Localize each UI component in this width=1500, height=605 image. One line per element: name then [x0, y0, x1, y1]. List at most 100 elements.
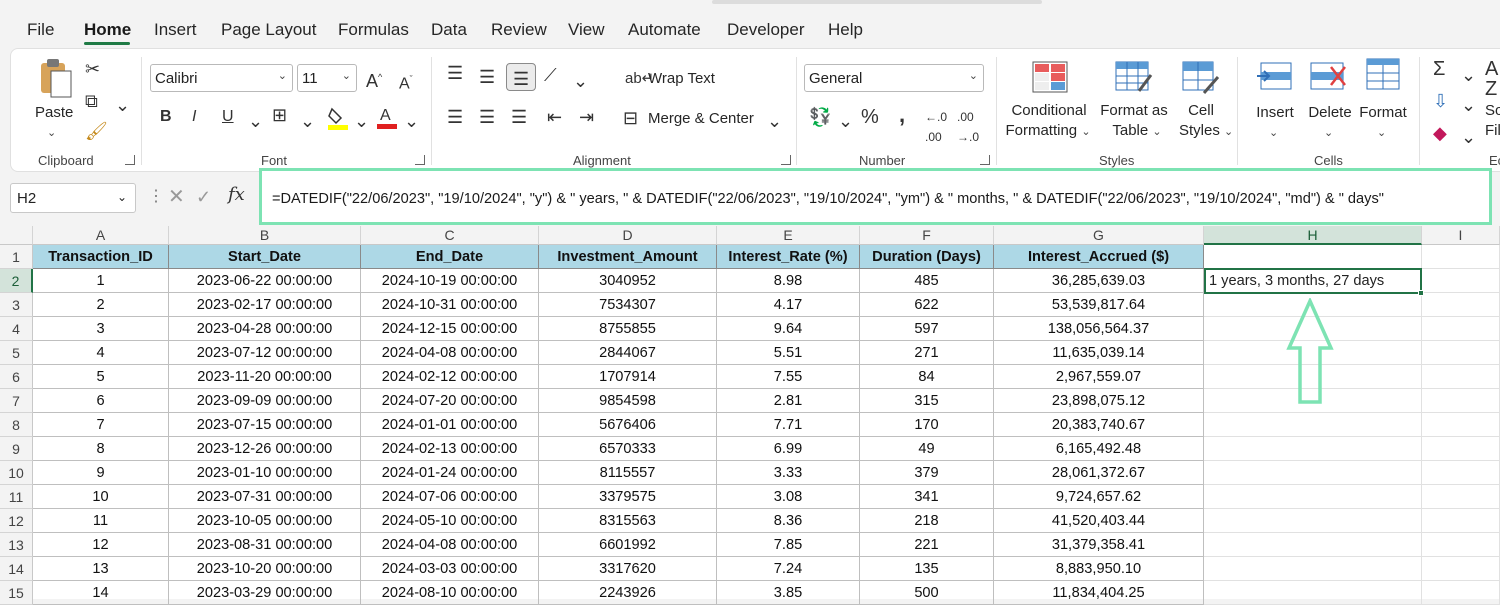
table-header-cell[interactable]: End_Date: [361, 245, 539, 269]
table-cell[interactable]: 2023-02-17 00:00:00: [169, 293, 361, 317]
table-cell[interactable]: 8,883,950.10: [994, 557, 1204, 581]
italic-icon[interactable]: I: [192, 107, 196, 127]
empty-cell[interactable]: [1204, 485, 1422, 509]
fill-down-icon[interactable]: ⇩: [1433, 91, 1448, 111]
row-header[interactable]: 7: [0, 389, 33, 413]
table-cell[interactable]: 3.85: [717, 581, 860, 605]
format-cells-button[interactable]: Format: [1357, 103, 1409, 123]
menu-file[interactable]: File: [27, 20, 54, 40]
select-all-corner[interactable]: [0, 226, 33, 245]
table-cell[interactable]: 2243926: [539, 581, 717, 605]
table-cell[interactable]: 2023-07-31 00:00:00: [169, 485, 361, 509]
conditional-formatting-line1[interactable]: Conditional: [1009, 101, 1089, 121]
empty-cell[interactable]: [1422, 509, 1500, 533]
table-cell[interactable]: 11: [33, 509, 169, 533]
table-cell[interactable]: 2023-04-28 00:00:00: [169, 317, 361, 341]
fill-color-icon[interactable]: [327, 105, 349, 131]
table-cell[interactable]: 2023-10-20 00:00:00: [169, 557, 361, 581]
underline-icon[interactable]: U: [222, 107, 234, 127]
sort-filter-line1[interactable]: So: [1485, 101, 1500, 121]
table-cell[interactable]: 9: [33, 461, 169, 485]
copy-icon[interactable]: ⧉: [85, 91, 98, 111]
table-cell[interactable]: 7.85: [717, 533, 860, 557]
menu-automate[interactable]: Automate: [628, 20, 701, 40]
enter-check-icon[interactable]: ✓: [196, 187, 211, 207]
table-cell[interactable]: 8.98: [717, 269, 860, 293]
table-cell[interactable]: 138,056,564.37: [994, 317, 1204, 341]
align-left-icon[interactable]: ☰: [447, 107, 463, 127]
row-header[interactable]: 4: [0, 317, 33, 341]
fill-color-dropdown-icon[interactable]: ⌄: [354, 111, 369, 131]
empty-cell[interactable]: [1204, 245, 1422, 269]
table-cell[interactable]: 6: [33, 389, 169, 413]
conditional-formatting-icon[interactable]: [1032, 61, 1068, 93]
table-cell[interactable]: 2023-07-12 00:00:00: [169, 341, 361, 365]
table-cell[interactable]: 2023-01-10 00:00:00: [169, 461, 361, 485]
table-cell[interactable]: 2024-07-06 00:00:00: [361, 485, 539, 509]
menu-formulas[interactable]: Formulas: [338, 20, 409, 40]
table-cell[interactable]: 8115557: [539, 461, 717, 485]
table-cell[interactable]: 6570333: [539, 437, 717, 461]
table-cell[interactable]: 6.99: [717, 437, 860, 461]
table-cell[interactable]: 7.55: [717, 365, 860, 389]
table-cell[interactable]: 5: [33, 365, 169, 389]
table-cell[interactable]: 36,285,639.03: [994, 269, 1204, 293]
table-cell[interactable]: 379: [860, 461, 994, 485]
table-cell[interactable]: 3: [33, 317, 169, 341]
empty-cell[interactable]: [1204, 413, 1422, 437]
table-cell[interactable]: 8315563: [539, 509, 717, 533]
empty-cell[interactable]: [1422, 365, 1500, 389]
table-cell[interactable]: 7.71: [717, 413, 860, 437]
format-as-table-line1[interactable]: Format as: [1099, 101, 1169, 121]
comma-style-icon[interactable]: ,: [899, 104, 905, 126]
table-cell[interactable]: 53,539,817.64: [994, 293, 1204, 317]
align-right-icon[interactable]: ☰: [511, 107, 527, 127]
table-cell[interactable]: 8.36: [717, 509, 860, 533]
table-cell[interactable]: 11,834,404.25: [994, 581, 1204, 605]
table-cell[interactable]: 3.33: [717, 461, 860, 485]
row-header[interactable]: 1: [0, 245, 33, 269]
table-cell[interactable]: 315: [860, 389, 994, 413]
column-header-e[interactable]: E: [717, 226, 860, 245]
table-cell[interactable]: 1: [33, 269, 169, 293]
table-cell[interactable]: 2024-03-03 00:00:00: [361, 557, 539, 581]
table-cell[interactable]: 2023-09-09 00:00:00: [169, 389, 361, 413]
table-cell[interactable]: 2024-04-08 00:00:00: [361, 341, 539, 365]
insert-function-icon[interactable]: fx: [228, 185, 245, 205]
paste-button[interactable]: Paste: [35, 103, 73, 123]
empty-cell[interactable]: [1422, 245, 1500, 269]
empty-cell[interactable]: [1422, 269, 1500, 293]
table-cell[interactable]: 218: [860, 509, 994, 533]
empty-cell[interactable]: [1422, 293, 1500, 317]
row-header[interactable]: 8: [0, 413, 33, 437]
table-cell[interactable]: 49: [860, 437, 994, 461]
menu-page-layout[interactable]: Page Layout: [221, 20, 316, 40]
table-cell[interactable]: 271: [860, 341, 994, 365]
table-cell[interactable]: 2844067: [539, 341, 717, 365]
table-header-cell[interactable]: Interest_Accrued ($): [994, 245, 1204, 269]
align-bottom-button[interactable]: ☰: [506, 63, 536, 91]
table-cell[interactable]: 28,061,372.67: [994, 461, 1204, 485]
autosum-dropdown-icon[interactable]: ⌄: [1461, 65, 1476, 85]
table-cell[interactable]: 2023-12-26 00:00:00: [169, 437, 361, 461]
table-cell[interactable]: 2,967,559.07: [994, 365, 1204, 389]
borders-dropdown-icon[interactable]: ⌄: [300, 111, 315, 131]
column-header-a[interactable]: A: [33, 226, 169, 245]
table-header-cell[interactable]: Investment_Amount: [539, 245, 717, 269]
row-header[interactable]: 11: [0, 485, 33, 509]
name-box[interactable]: H2 ⌄: [10, 183, 136, 213]
accounting-format-icon[interactable]: 💱: [809, 107, 831, 127]
row-header[interactable]: 12: [0, 509, 33, 533]
column-header-g[interactable]: G: [994, 226, 1204, 245]
number-format-select[interactable]: General ⌄: [804, 64, 984, 92]
font-name-select[interactable]: Calibri ⌄: [150, 64, 293, 92]
table-cell[interactable]: 2024-10-19 00:00:00: [361, 269, 539, 293]
empty-cell[interactable]: [1204, 437, 1422, 461]
format-painter-icon[interactable]: 🖌: [85, 121, 108, 141]
table-cell[interactable]: 3.08: [717, 485, 860, 509]
table-cell[interactable]: 13: [33, 557, 169, 581]
table-cell[interactable]: 7: [33, 413, 169, 437]
merge-center-icon[interactable]: ⊟: [623, 108, 638, 128]
table-cell[interactable]: 170: [860, 413, 994, 437]
table-cell[interactable]: 10: [33, 485, 169, 509]
